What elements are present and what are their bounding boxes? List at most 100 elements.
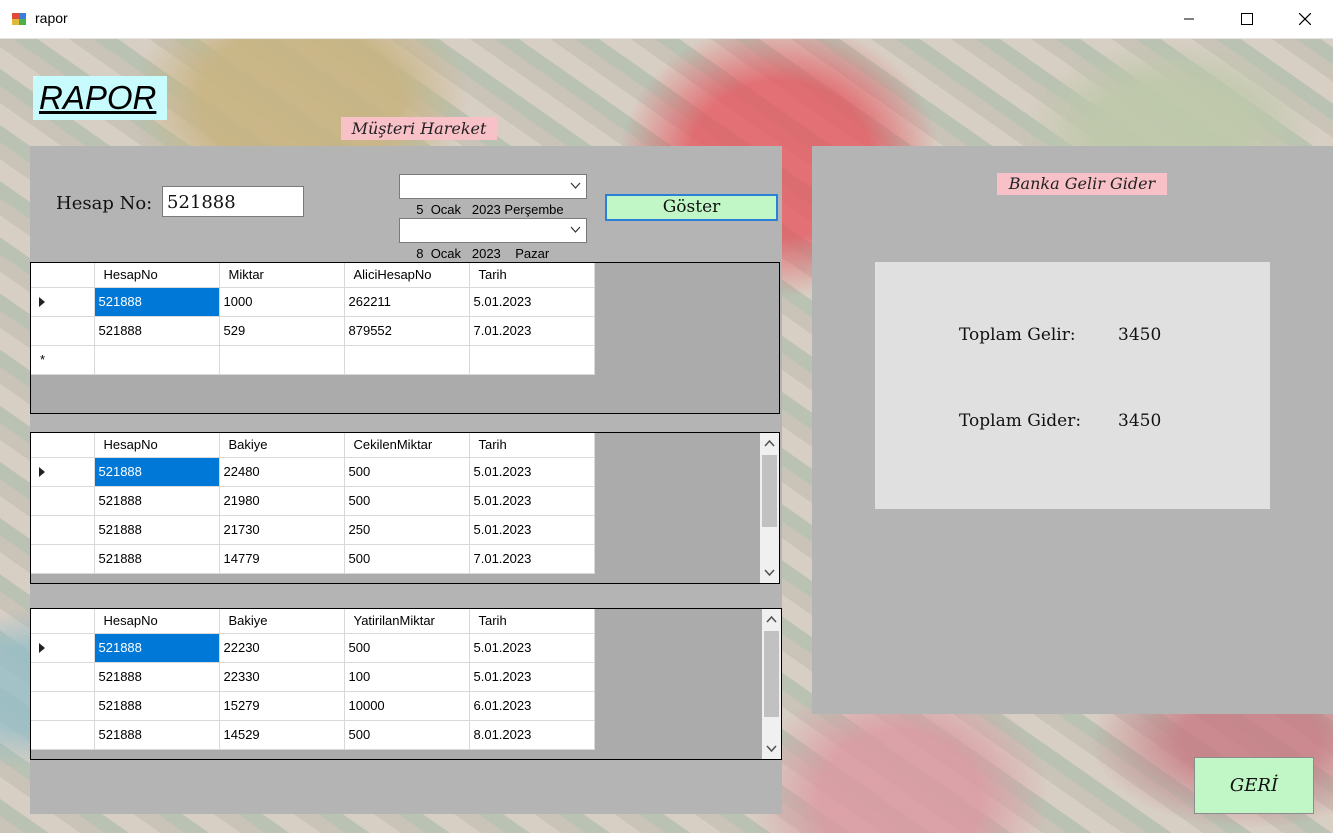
table-row[interactable]: 521888 1000 262211 5.01.2023 xyxy=(31,287,595,317)
table-cell[interactable]: 5.01.2023 xyxy=(469,486,595,516)
table-cell[interactable]: 22480 xyxy=(219,457,345,487)
maximize-icon xyxy=(1241,13,1253,25)
column-header[interactable]: Tarih xyxy=(469,263,595,288)
table-cell[interactable]: 6.01.2023 xyxy=(469,691,595,721)
table-cell[interactable]: 5.01.2023 xyxy=(469,515,595,545)
column-header[interactable]: Tarih xyxy=(469,433,595,458)
row-header[interactable] xyxy=(31,544,95,574)
table-row[interactable]: 521888 21730 250 5.01.2023 xyxy=(31,515,595,545)
table-cell[interactable]: 100 xyxy=(344,662,470,692)
table-cell[interactable] xyxy=(94,345,220,375)
table-row[interactable]: 521888 22330 100 5.01.2023 xyxy=(31,662,595,692)
table-cell[interactable]: 521888 xyxy=(94,457,220,487)
table-cell[interactable] xyxy=(344,345,470,375)
row-header[interactable] xyxy=(31,287,95,317)
row-header[interactable] xyxy=(31,486,95,516)
scroll-thumb[interactable] xyxy=(764,631,779,717)
transfers-grid[interactable]: HesapNo Miktar AliciHesapNo Tarih 521888… xyxy=(30,262,780,414)
scroll-thumb[interactable] xyxy=(762,455,777,527)
new-row[interactable]: * xyxy=(31,345,595,375)
chevron-down-icon xyxy=(570,182,581,189)
table-row[interactable]: 521888 22230 500 5.01.2023 xyxy=(31,633,595,663)
withdrawals-grid[interactable]: HesapNo Bakiye CekilenMiktar Tarih 52188… xyxy=(30,432,780,584)
table-cell[interactable]: 5.01.2023 xyxy=(469,633,595,663)
table-row[interactable]: 521888 14779 500 7.01.2023 xyxy=(31,544,595,574)
column-header[interactable]: HesapNo xyxy=(94,609,220,634)
scroll-down-icon[interactable] xyxy=(763,566,776,579)
row-header[interactable] xyxy=(31,662,95,692)
deposits-scrollbar[interactable] xyxy=(762,609,781,759)
table-cell[interactable]: 521888 xyxy=(94,691,220,721)
row-header[interactable] xyxy=(31,691,95,721)
table-cell[interactable]: 21730 xyxy=(219,515,345,545)
table-cell[interactable]: 521888 xyxy=(94,720,220,750)
column-header[interactable]: YatirilanMiktar xyxy=(344,609,470,634)
table-row[interactable]: 521888 15279 10000 6.01.2023 xyxy=(31,691,595,721)
table-cell[interactable]: 521888 xyxy=(94,287,220,317)
table-cell[interactable]: 21980 xyxy=(219,486,345,516)
table-cell[interactable]: 529 xyxy=(219,316,345,346)
close-button[interactable] xyxy=(1276,0,1333,38)
table-row[interactable]: 521888 21980 500 5.01.2023 xyxy=(31,486,595,516)
table-row[interactable]: 521888 529 879552 7.01.2023 xyxy=(31,316,595,346)
table-cell[interactable]: 1000 xyxy=(219,287,345,317)
table-cell[interactable]: 521888 xyxy=(94,633,220,663)
table-cell[interactable] xyxy=(219,345,345,375)
row-header[interactable] xyxy=(31,457,95,487)
table-cell[interactable]: 521888 xyxy=(94,544,220,574)
table-cell[interactable]: 521888 xyxy=(94,486,220,516)
row-header[interactable]: * xyxy=(31,345,95,375)
deposits-grid[interactable]: HesapNo Bakiye YatirilanMiktar Tarih 521… xyxy=(30,608,782,760)
scroll-up-icon[interactable] xyxy=(765,613,778,626)
table-cell[interactable]: 22330 xyxy=(219,662,345,692)
withdrawals-scrollbar[interactable] xyxy=(760,433,779,583)
scroll-up-icon[interactable] xyxy=(763,437,776,450)
scroll-down-icon[interactable] xyxy=(765,742,778,755)
column-header[interactable]: CekilenMiktar xyxy=(344,433,470,458)
row-header[interactable] xyxy=(31,316,95,346)
hesap-no-input[interactable]: 521888 xyxy=(162,186,304,217)
row-header[interactable] xyxy=(31,720,95,750)
table-cell[interactable]: 500 xyxy=(344,720,470,750)
table-cell[interactable]: 500 xyxy=(344,544,470,574)
column-header[interactable]: Tarih xyxy=(469,609,595,634)
table-cell[interactable]: 7.01.2023 xyxy=(469,544,595,574)
end-date-picker[interactable]: 8 Ocak 2023 Pazar xyxy=(399,218,587,261)
table-cell[interactable]: 22230 xyxy=(219,633,345,663)
table-cell[interactable]: 500 xyxy=(344,486,470,516)
table-cell[interactable]: 521888 xyxy=(94,662,220,692)
table-cell[interactable]: 5.01.2023 xyxy=(469,457,595,487)
table-cell[interactable]: 521888 xyxy=(94,316,220,346)
minimize-button[interactable] xyxy=(1160,0,1218,38)
table-cell[interactable]: 7.01.2023 xyxy=(469,316,595,346)
table-cell[interactable]: 14529 xyxy=(219,720,345,750)
column-header[interactable]: HesapNo xyxy=(94,433,220,458)
table-cell[interactable]: 5.01.2023 xyxy=(469,287,595,317)
table-cell[interactable]: 15279 xyxy=(219,691,345,721)
goster-button[interactable]: Göster xyxy=(605,194,778,221)
toplam-gider-value: 3450 xyxy=(1118,411,1162,431)
table-cell[interactable]: 262211 xyxy=(344,287,470,317)
table-cell[interactable]: 250 xyxy=(344,515,470,545)
table-cell[interactable]: 10000 xyxy=(344,691,470,721)
table-cell[interactable]: 5.01.2023 xyxy=(469,662,595,692)
table-row[interactable]: 521888 22480 500 5.01.2023 xyxy=(31,457,595,487)
table-cell[interactable]: 500 xyxy=(344,457,470,487)
table-cell[interactable]: 8.01.2023 xyxy=(469,720,595,750)
column-header[interactable]: Miktar xyxy=(219,263,345,288)
table-row[interactable]: 521888 14529 500 8.01.2023 xyxy=(31,720,595,750)
column-header[interactable]: HesapNo xyxy=(94,263,220,288)
column-header[interactable]: Bakiye xyxy=(219,433,345,458)
geri-button[interactable]: GERİ xyxy=(1194,757,1314,814)
row-header[interactable] xyxy=(31,515,95,545)
column-header[interactable]: Bakiye xyxy=(219,609,345,634)
table-cell[interactable]: 14779 xyxy=(219,544,345,574)
table-cell[interactable]: 521888 xyxy=(94,515,220,545)
table-cell[interactable]: 879552 xyxy=(344,316,470,346)
column-header[interactable]: AliciHesapNo xyxy=(344,263,470,288)
table-cell[interactable] xyxy=(469,345,595,375)
row-header[interactable] xyxy=(31,633,95,663)
start-date-picker[interactable]: 5 Ocak 2023 Perşembe xyxy=(399,174,587,217)
table-cell[interactable]: 500 xyxy=(344,633,470,663)
maximize-button[interactable] xyxy=(1218,0,1276,38)
